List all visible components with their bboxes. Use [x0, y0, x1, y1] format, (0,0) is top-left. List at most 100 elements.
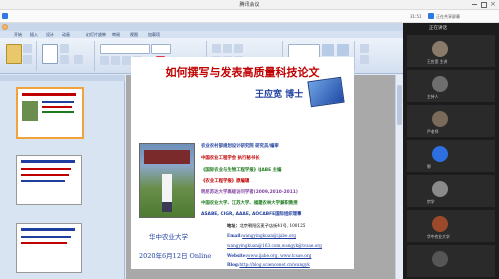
scrollbar-thumb[interactable] [397, 85, 402, 125]
venue-date: 2020年6月12日 Online [139, 252, 212, 260]
quick-styles-icon[interactable] [337, 44, 349, 56]
new-slide-icon[interactable] [42, 44, 58, 64]
participant-avatar [432, 41, 448, 57]
meeting-window-title: 腾讯会议 [239, 2, 260, 8]
person-figure [162, 174, 172, 202]
ribbon-tabs: 开始 插入 设计 动画 幻灯片放映 审阅 视图 加载项 [0, 31, 403, 38]
venue-university: 华中农业大学 [149, 233, 188, 241]
contact-line: 地址：北京朝阳区麦子店街41号, 100125 [227, 223, 305, 229]
main-slide[interactable]: 如何撰写与发表高质量科技论文 王应宽 博士 农业农村部规划设计研究院 研究员/编… [131, 57, 354, 269]
contact-line: Website:www.ijabe.org, www.tcsae.org [227, 253, 311, 258]
share-toolbar [0, 10, 499, 23]
participants-panel: 正在讲话 王应宽 主讲 主持人 严老师 鄂 宗学 华中农业大学 [403, 23, 499, 279]
reset-icon[interactable] [60, 55, 69, 64]
close-icon[interactable]: × [490, 0, 496, 8]
maximize-icon[interactable] [481, 2, 487, 8]
thumb-photo [22, 101, 38, 121]
delete-slide-icon[interactable] [74, 55, 83, 64]
participant-tile[interactable]: 主持人 [407, 70, 495, 102]
indent-icon[interactable] [234, 44, 243, 53]
copy-icon[interactable] [23, 55, 32, 64]
thumb-text-line [21, 180, 65, 182]
clipboard-group [2, 41, 37, 71]
italic-icon[interactable] [111, 56, 120, 65]
font-name-select[interactable] [100, 44, 150, 54]
underline-icon[interactable] [122, 56, 131, 65]
participant-name: 严老师 [427, 129, 439, 134]
thumb-text-line [42, 106, 72, 108]
journal-book-image [307, 76, 345, 108]
office-button-icon[interactable] [2, 24, 8, 30]
paste-icon[interactable] [6, 44, 22, 64]
participant-tile[interactable]: 鄂 [407, 140, 495, 172]
affiliation-line: 《农业工程学报》原编辑 [201, 179, 250, 184]
thumb-text-line [42, 111, 74, 113]
participant-tile[interactable] [407, 245, 495, 277]
slide-thumbnail-pane [0, 75, 125, 279]
font-size-select[interactable] [151, 44, 171, 54]
meeting-time: 31:51 [410, 14, 422, 19]
contact-value: http://blog.sciencenet.cn/wangyk [239, 262, 310, 267]
participant-avatar [432, 76, 448, 92]
slides-group [38, 41, 95, 71]
ppt-titlebar [0, 23, 403, 31]
find-icon[interactable] [360, 44, 369, 53]
layout-icon[interactable] [60, 44, 69, 53]
contact-label: 地址： [227, 223, 240, 228]
participant-name: 王应宽 主讲 [427, 59, 448, 64]
bold-icon[interactable] [100, 56, 109, 65]
thumb-title-line [21, 160, 75, 163]
minimize-icon[interactable] [472, 4, 477, 5]
university-building [144, 150, 190, 164]
affiliation-line: 明尼苏达大学高级访问学者(2009,2010-2011) [201, 190, 298, 195]
outline-tabs[interactable] [0, 75, 125, 81]
bullets-icon[interactable] [212, 44, 221, 53]
thumb-text-line [21, 174, 69, 176]
contact-line: Email:wangyingkuan@ijabe.org [227, 233, 296, 238]
contact-label: Blog: [227, 262, 240, 267]
panel-title: 正在讲话 [429, 26, 447, 31]
contact-value: wangyingkuan@163.com,wangyk@tcsae.org [227, 243, 322, 248]
thumb-title-line [21, 228, 75, 231]
author-photo [139, 143, 195, 218]
participant-avatar [432, 146, 448, 162]
person-legs [162, 202, 172, 212]
slide-thumbnail[interactable] [16, 87, 84, 139]
slide-thumbnail[interactable] [16, 223, 82, 273]
slide-title: 如何撰写与发表高质量科技论文 [165, 66, 320, 79]
arrange-icon[interactable] [322, 44, 334, 56]
contact-value: www.ijabe.org, www.tcsae.org [247, 253, 312, 258]
share-status[interactable]: 正在共享屏幕 [436, 14, 460, 20]
affiliation-line: 《国际农业与生物工程学报》IJABE 主编 [201, 168, 282, 173]
cut-icon[interactable] [23, 44, 32, 53]
participant-name: 华中农业大学 [427, 234, 450, 239]
affiliation-line: ASABE, CIGR, AAAE, AOCABFE国际组织理事 [201, 212, 302, 217]
numbering-icon[interactable] [223, 44, 232, 53]
participant-tile[interactable]: 华中农业大学 [407, 210, 495, 242]
vertical-scrollbar[interactable] [395, 75, 403, 279]
screen-share-icon [428, 13, 434, 19]
participant-tile[interactable]: 严老师 [407, 105, 495, 137]
contact-value: wangyingkuan@ijabe.org [242, 233, 297, 238]
participant-avatar [432, 181, 448, 197]
contact-label: Website: [227, 253, 248, 258]
participant-avatar [432, 111, 448, 127]
affiliation-line: 中国农业工程学会 执行秘书长 [201, 156, 260, 161]
replace-icon[interactable] [360, 55, 369, 64]
thumb-title-line [22, 93, 76, 96]
participant-tile[interactable]: 宗学 [407, 175, 495, 207]
meeting-logo-icon [2, 13, 8, 19]
contact-label: Email: [227, 233, 243, 238]
participant-tile[interactable]: 王应宽 主讲 [407, 35, 495, 67]
participant-name: 宗学 [427, 199, 435, 204]
thumb-text-line [42, 101, 74, 103]
thumb-text-line [21, 236, 71, 238]
participant-avatar [432, 216, 448, 232]
contact-line: wangyingkuan@163.com,wangyk@tcsae.org [227, 243, 322, 248]
thumb-text-line [21, 168, 71, 170]
contact-value: 北京朝阳区麦子店街41号, 100125 [239, 223, 306, 228]
slide-thumbnail[interactable] [16, 155, 82, 205]
window-controls[interactable]: × [470, 0, 497, 9]
affiliation-line: 中国农业大学、江苏大学、福建农林大学兼职教授 [201, 201, 298, 206]
editing-group [356, 41, 400, 71]
